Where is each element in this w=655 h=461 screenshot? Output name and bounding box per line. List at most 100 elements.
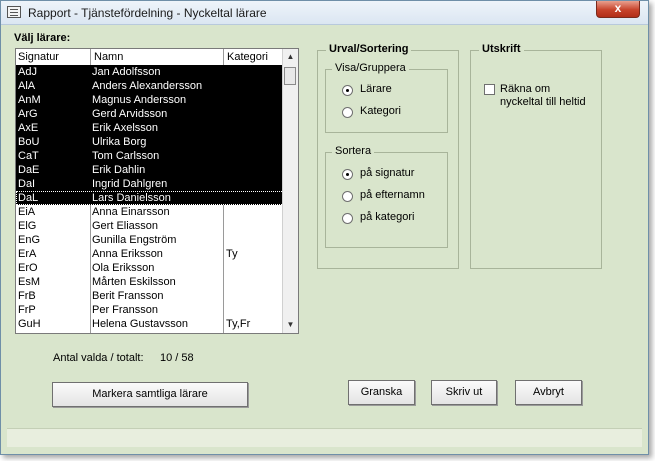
signatur-cell: EnG: [18, 234, 41, 246]
signatur-cell: GuH: [18, 318, 41, 330]
form-icon: [7, 6, 21, 18]
name-cell: Lars Danielsson: [92, 192, 171, 204]
recalculate-label-line2: nyckeltal till heltid: [500, 96, 586, 108]
count-label: Antal valda / totalt:: [53, 352, 144, 364]
utskrift-title: Utskrift: [479, 43, 524, 55]
visa-gruppera-group: Visa/Gruppera Lärare Kategori: [325, 62, 448, 133]
status-bar: [7, 428, 642, 447]
name-cell: Gert Eliasson: [92, 220, 159, 232]
list-item[interactable]: ErO Ola Eriksson: [16, 261, 284, 275]
signatur-cell: CaT: [18, 150, 39, 162]
list-item[interactable]: AnM Magnus Andersson: [16, 93, 284, 107]
name-cell: Erik Dahlin: [92, 164, 146, 176]
name-cell: Ulrika Borg: [92, 136, 147, 148]
name-cell: Jan Adolfsson: [92, 66, 161, 78]
signatur-cell: ElG: [18, 220, 37, 232]
close-button[interactable]: x: [596, 1, 640, 18]
list-item[interactable]: EsM Mårten Eskilsson: [16, 275, 284, 289]
radio-kategori-label: Kategori: [360, 105, 401, 117]
signatur-cell: EsM: [18, 276, 40, 288]
signatur-cell: ErO: [18, 262, 38, 274]
radio-sort-kategori[interactable]: [342, 213, 353, 224]
signatur-cell: AlA: [18, 80, 36, 92]
signatur-cell: DaI: [18, 178, 36, 190]
radio-larare-label: Lärare: [360, 83, 392, 95]
preview-button[interactable]: Granska: [348, 380, 415, 405]
column-header-kategori: Kategori: [227, 51, 268, 63]
signatur-cell: EiA: [18, 206, 36, 218]
list-item[interactable]: DaI Ingrid Dahlgren: [16, 177, 284, 191]
list-item[interactable]: ErA Anna Eriksson Ty: [16, 247, 284, 261]
radio-sort-signatur[interactable]: [342, 169, 353, 180]
list-item[interactable]: AlA Anders Alexandersson: [16, 79, 284, 93]
radio-sort-kategori-label: på kategori: [360, 211, 415, 223]
visa-gruppera-title: Visa/Gruppera: [332, 62, 409, 74]
cancel-button[interactable]: Avbryt: [515, 380, 582, 405]
list-item[interactable]: AxE Erik Axelsson: [16, 121, 284, 135]
column-header-namn: Namn: [94, 51, 124, 63]
column-header-signatur: Signatur: [18, 51, 59, 63]
list-item[interactable]: CaT Tom Carlsson: [16, 149, 284, 163]
name-cell: Ingrid Dahlgren: [92, 178, 168, 190]
recalculate-fulltime-checkbox[interactable]: [484, 84, 495, 95]
signatur-cell: AxE: [18, 122, 39, 134]
name-cell: Erik Axelsson: [92, 122, 159, 134]
title-bar: Rapport - Tjänstefördelning - Nyckeltal …: [1, 1, 648, 25]
signatur-cell: AnM: [18, 94, 41, 106]
name-cell: Ola Eriksson: [92, 262, 155, 274]
name-cell: Tom Carlsson: [92, 150, 160, 162]
urval-sortering-title: Urval/Sortering: [326, 43, 412, 55]
list-item[interactable]: FrP Per Fransson: [16, 303, 284, 317]
radio-sort-efternamn-label: på efternamn: [360, 189, 425, 201]
signatur-cell: FrB: [18, 290, 36, 302]
name-cell: Anna Eriksson: [92, 248, 163, 260]
name-cell: Magnus Andersson: [92, 94, 187, 106]
teacher-listbox[interactable]: Signatur Namn Kategori AdJ Jan Adolfsson A…: [15, 48, 299, 334]
list-item[interactable]: BoU Ulrika Borg: [16, 135, 284, 149]
list-scrollbar[interactable]: ▲ ▼: [282, 49, 298, 333]
list-rows: AdJ Jan Adolfsson AlA Anders Alexandersson A…: [16, 65, 284, 331]
list-item[interactable]: DaL Lars Danielsson: [16, 191, 284, 205]
signatur-cell: BoU: [18, 136, 40, 148]
kategori-cell: Ty: [226, 248, 238, 260]
kategori-cell: Ty,Fr: [226, 318, 251, 330]
name-cell: Anders Alexandersson: [92, 80, 203, 92]
list-item[interactable]: DaE Erik Dahlin: [16, 163, 284, 177]
scroll-thumb[interactable]: [284, 67, 296, 85]
signatur-cell: ErA: [18, 248, 37, 260]
scroll-down-arrow-icon[interactable]: ▼: [283, 317, 298, 333]
radio-sort-signatur-label: på signatur: [360, 167, 415, 179]
window-title: Rapport - Tjänstefördelning - Nyckeltal …: [28, 6, 267, 20]
report-dialog: Rapport - Tjänstefördelning - Nyckeltal …: [0, 0, 649, 455]
signatur-cell: ArG: [18, 108, 38, 120]
recalculate-label-line1: Räkna om: [500, 83, 551, 95]
utskrift-group: Utskrift Räkna om nyckeltal till heltid: [470, 43, 602, 269]
list-item[interactable]: GuH Helena Gustavsson Ty,Fr: [16, 317, 284, 331]
mark-all-teachers-button[interactable]: Markera samtliga lärare: [52, 382, 248, 407]
radio-kategori[interactable]: [342, 107, 353, 118]
radio-larare[interactable]: [342, 85, 353, 96]
signatur-cell: FrP: [18, 304, 36, 316]
scroll-up-arrow-icon[interactable]: ▲: [283, 49, 298, 65]
name-cell: Per Fransson: [92, 304, 159, 316]
sortera-group: Sortera på signatur på efternamn på kate…: [325, 145, 448, 248]
print-button[interactable]: Skriv ut: [431, 380, 497, 405]
list-header: Signatur Namn Kategori: [16, 49, 284, 66]
list-item[interactable]: ElG Gert Eliasson: [16, 219, 284, 233]
name-cell: Anna Einarsson: [92, 206, 170, 218]
list-item[interactable]: FrB Berit Fransson: [16, 289, 284, 303]
list-item[interactable]: EiA Anna Einarsson: [16, 205, 284, 219]
signatur-cell: DaE: [18, 164, 40, 176]
sortera-title: Sortera: [332, 145, 375, 157]
radio-sort-efternamn[interactable]: [342, 191, 353, 202]
name-cell: Gunilla Engström: [92, 234, 177, 246]
teachers-label: Välj lärare:: [14, 32, 71, 44]
signatur-cell: DaL: [18, 192, 39, 204]
list-item[interactable]: EnG Gunilla Engström: [16, 233, 284, 247]
signatur-cell: AdJ: [18, 66, 37, 78]
list-item[interactable]: ArG Gerd Arvidsson: [16, 107, 284, 121]
urval-sortering-group: Urval/Sortering Visa/Gruppera Lärare Kat…: [317, 43, 459, 269]
name-cell: Gerd Arvidsson: [92, 108, 168, 120]
name-cell: Berit Fransson: [92, 290, 164, 302]
list-item[interactable]: AdJ Jan Adolfsson: [16, 65, 284, 79]
